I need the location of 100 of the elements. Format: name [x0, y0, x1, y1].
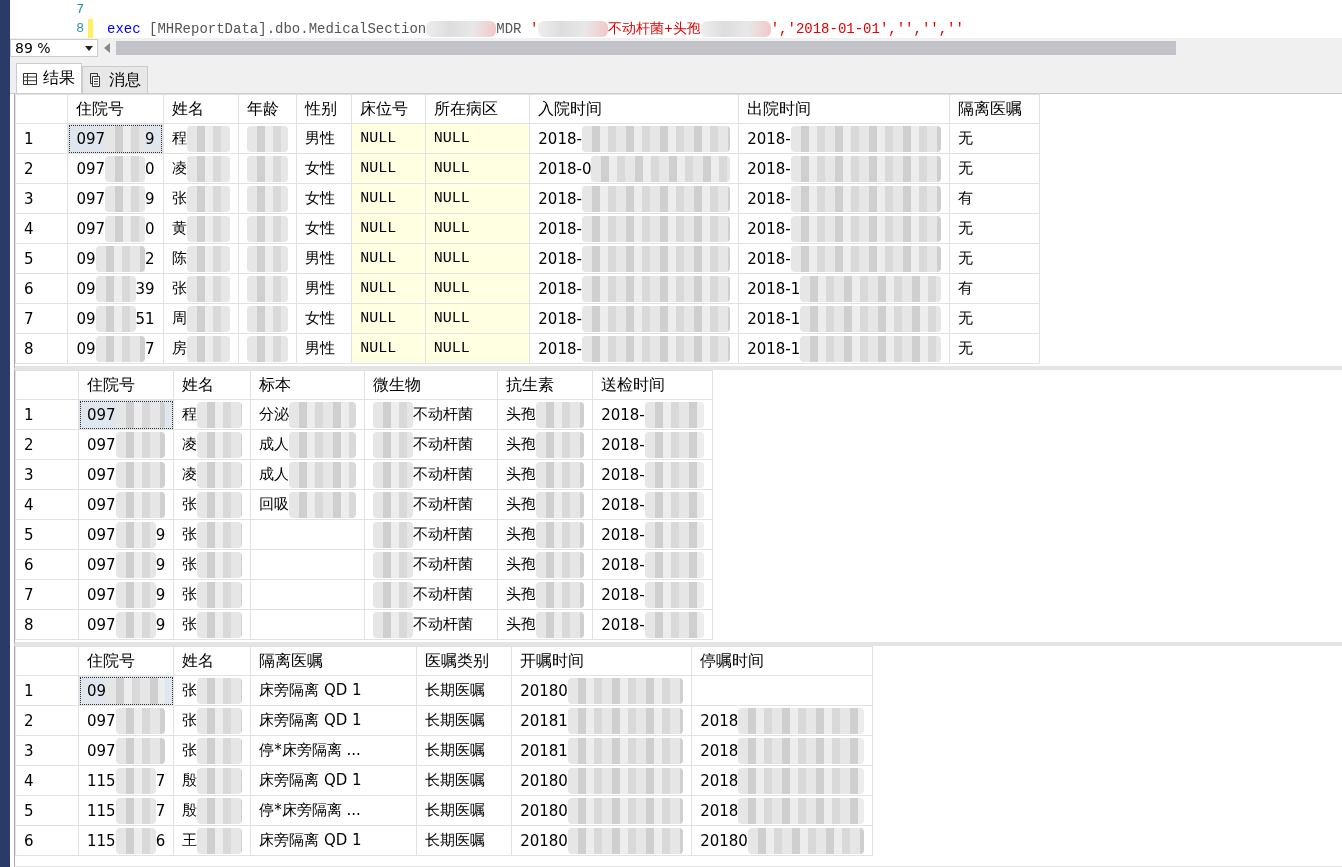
cell-text: 无	[957, 309, 973, 328]
cell-text: 不动杆菌	[413, 585, 474, 604]
cell-text: 头孢	[506, 555, 537, 574]
result-tab[interactable]: 结果	[16, 63, 82, 93]
focused-cell[interactable]: 097	[78, 399, 174, 430]
cell-text: 张	[182, 585, 198, 604]
column-header[interactable]: 年龄	[238, 94, 297, 124]
cell-text: 不动杆菌	[413, 525, 474, 544]
cell-text: 张	[182, 681, 198, 700]
null-cell: NULL	[425, 243, 530, 274]
column-header[interactable]: 隔离医嘱	[949, 94, 1040, 124]
row-number[interactable]: 8	[15, 333, 68, 364]
row-number[interactable]: 2	[15, 705, 79, 736]
column-header[interactable]: 抗生素	[497, 370, 593, 400]
row-number[interactable]: 6	[15, 825, 79, 856]
cell-text: 王	[182, 831, 198, 850]
column-header[interactable]: 微生物	[364, 370, 498, 400]
column-header[interactable]: 入院时间	[529, 94, 739, 124]
column-header[interactable]: 停嘱时间	[691, 646, 873, 676]
cell-text: 不动杆菌	[413, 495, 474, 514]
column-header[interactable]: 住院号	[78, 646, 174, 676]
row-number[interactable]: 4	[15, 489, 79, 520]
scrollbar-thumb[interactable]	[116, 41, 1176, 55]
column-header[interactable]: 医嘱类别	[416, 646, 512, 676]
null-cell: NULL	[425, 123, 530, 154]
cell-text: 2018-	[601, 555, 645, 574]
row-number[interactable]: 1	[15, 675, 79, 706]
zoom-dropdown[interactable]: 89 %	[10, 39, 98, 57]
cell-text: 097	[87, 741, 116, 760]
cell-text: 09	[76, 249, 96, 268]
cell-text: 张	[171, 279, 187, 298]
cell-text: 长期医嘱	[425, 711, 486, 730]
cell-text: 6	[155, 831, 166, 850]
focused-cell[interactable]: 097 9	[67, 123, 164, 154]
row-number[interactable]: 2	[15, 153, 68, 184]
cell-text: 无	[957, 159, 973, 178]
cell-text: 头孢	[506, 405, 537, 424]
column-header[interactable]: 标本	[250, 370, 365, 400]
row-number[interactable]: 5	[15, 243, 68, 274]
cell-text: 头孢	[506, 615, 537, 634]
null-cell: NULL	[351, 333, 426, 364]
cell-text: 39	[135, 279, 155, 298]
row-number[interactable]: 1	[15, 399, 79, 430]
column-header[interactable]: 姓名	[163, 94, 239, 124]
row-number[interactable]: 2	[15, 429, 79, 460]
cell-text: 097	[87, 435, 116, 454]
cell-text: 20180	[520, 801, 568, 820]
code-text: '	[529, 20, 539, 37]
column-header[interactable]: 姓名	[173, 646, 251, 676]
cell-text: 097	[87, 585, 116, 604]
row-number[interactable]: 4	[15, 765, 79, 796]
row-number[interactable]: 4	[15, 213, 68, 244]
redaction-mosaic	[538, 20, 609, 37]
row-number[interactable]: 3	[15, 459, 79, 490]
cell-text: 长期医嘱	[425, 771, 486, 790]
column-header[interactable]: 送检时间	[592, 370, 713, 400]
cell-text: 2018-1	[747, 339, 801, 358]
column-header[interactable]: 姓名	[173, 370, 251, 400]
column-header[interactable]: 住院号	[78, 370, 174, 400]
row-number[interactable]: 1	[15, 123, 68, 154]
row-number[interactable]: 3	[15, 735, 79, 766]
row-number[interactable]: 6	[15, 273, 68, 304]
cell-text: 女性	[304, 219, 335, 238]
row-number[interactable]: 5	[15, 519, 79, 550]
line-number: 7	[75, 2, 85, 17]
cell-text: 凌	[171, 159, 187, 178]
row-number[interactable]: 6	[15, 549, 79, 580]
row-number[interactable]: 7	[15, 303, 68, 334]
code-text: [MHReportData].dbo.MedicalSection	[148, 20, 427, 37]
null-cell: NULL	[351, 123, 426, 154]
cell-text: 097	[87, 555, 116, 574]
cell-text: 2018-	[747, 129, 791, 148]
cell-text: 长期医嘱	[425, 831, 486, 850]
column-header[interactable]: 开嘱时间	[511, 646, 692, 676]
row-number[interactable]: 8	[15, 609, 79, 640]
scroll-left-icon[interactable]	[104, 43, 110, 53]
column-header[interactable]: 隔离医嘱	[250, 646, 417, 676]
null-cell: NULL	[425, 333, 530, 364]
result-tab[interactable]: 消息	[82, 66, 148, 93]
column-header[interactable]: 所在病区	[425, 94, 530, 124]
column-header[interactable]: 性别	[296, 94, 352, 124]
focused-cell[interactable]: 09	[78, 675, 174, 706]
row-number[interactable]: 7	[15, 579, 79, 610]
cell-text: 不动杆菌	[413, 615, 474, 634]
redaction-mosaic	[700, 20, 771, 37]
cell-text: 2018-1	[747, 309, 801, 328]
row-number[interactable]: 3	[15, 183, 68, 214]
cell-text: 7	[145, 339, 155, 358]
cell-text: 097	[76, 219, 106, 238]
cell-text: 2018-	[601, 435, 645, 454]
column-header[interactable]: 住院号	[67, 94, 164, 124]
cell-text: 不动杆菌	[413, 555, 474, 574]
column-header[interactable]: 床位号	[351, 94, 426, 124]
cell-text: 头孢	[506, 495, 537, 514]
cell-text: 2018-	[538, 249, 582, 268]
column-header[interactable]: 出院时间	[738, 94, 949, 124]
row-number[interactable]: 5	[15, 795, 79, 826]
cell-text: 凌	[182, 465, 198, 484]
cell-text: 成人	[259, 435, 290, 454]
cell-text: 程	[171, 129, 187, 148]
